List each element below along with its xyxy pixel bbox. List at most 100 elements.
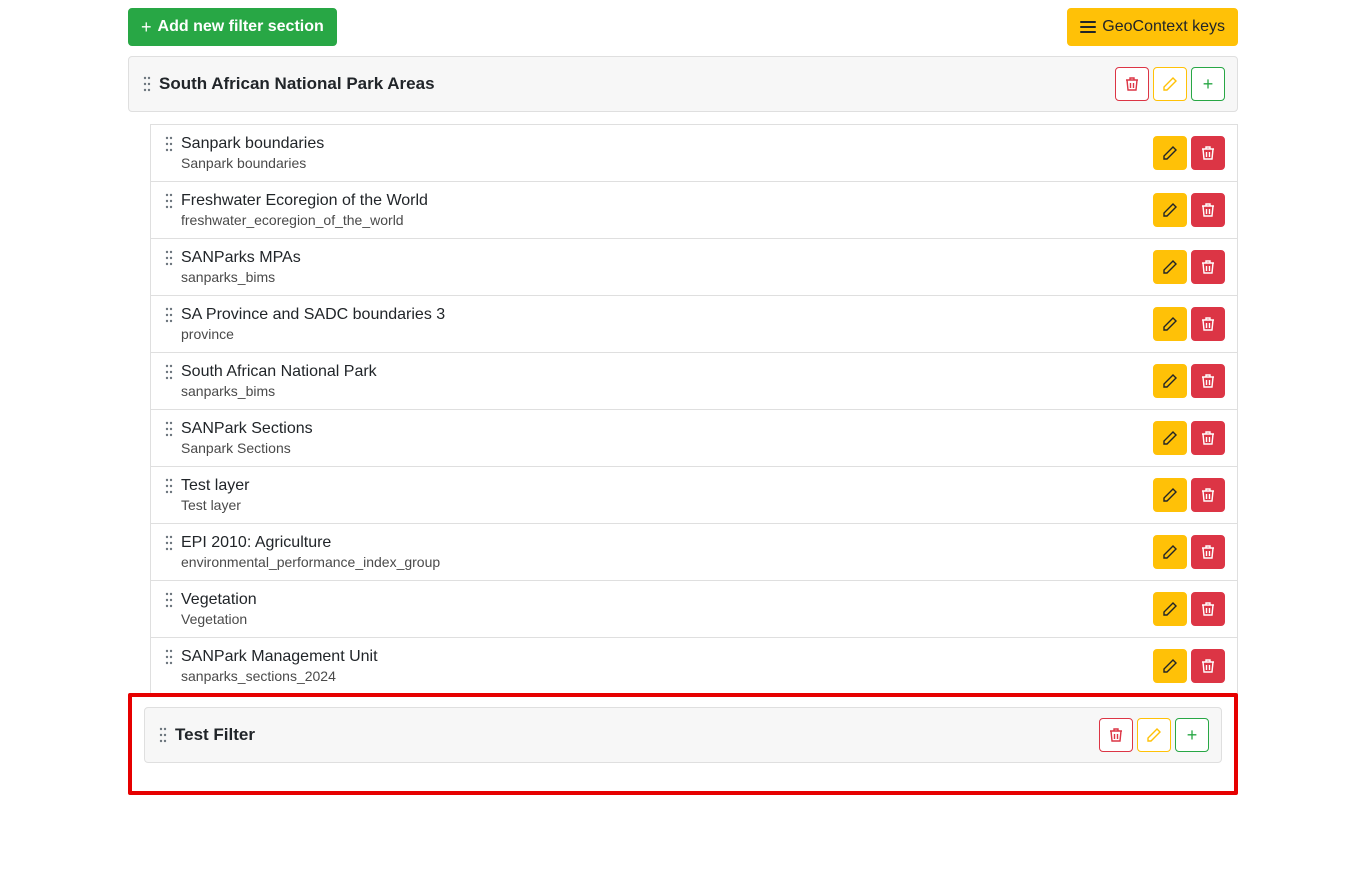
filter-item-row: SA Province and SADC boundaries 3provinc… <box>151 296 1237 353</box>
edit-item-button[interactable] <box>1153 136 1187 170</box>
filter-item-row: EPI 2010: Agricultureenvironmental_perfo… <box>151 524 1237 581</box>
edit-item-button[interactable] <box>1153 307 1187 341</box>
edit-item-button[interactable] <box>1153 250 1187 284</box>
section-title: South African National Park Areas <box>159 74 1109 94</box>
pencil-icon <box>1163 260 1177 274</box>
item-subtitle: Sanpark boundaries <box>181 155 1153 171</box>
drag-handle-icon[interactable] <box>163 478 175 494</box>
item-title: SA Province and SADC boundaries 3 <box>181 306 445 324</box>
drag-handle-icon[interactable] <box>141 76 153 92</box>
item-left: EPI 2010: Agricultureenvironmental_perfo… <box>163 534 1153 570</box>
item-title: EPI 2010: Agriculture <box>181 534 331 552</box>
edit-section-button[interactable] <box>1137 718 1171 752</box>
delete-section-button[interactable] <box>1099 718 1133 752</box>
item-left: VegetationVegetation <box>163 591 1153 627</box>
item-actions <box>1153 250 1225 284</box>
section-header: Test Filter + <box>145 708 1221 762</box>
pencil-icon <box>1163 431 1177 445</box>
pencil-icon <box>1163 602 1177 616</box>
item-actions <box>1153 193 1225 227</box>
item-title: Test layer <box>181 477 249 495</box>
delete-item-button[interactable] <box>1191 592 1225 626</box>
trash-icon <box>1109 727 1123 743</box>
item-actions <box>1153 535 1225 569</box>
delete-item-button[interactable] <box>1191 136 1225 170</box>
plus-icon: + <box>1203 75 1214 93</box>
edit-item-button[interactable] <box>1153 535 1187 569</box>
delete-item-button[interactable] <box>1191 649 1225 683</box>
filter-item-row: Freshwater Ecoregion of the Worldfreshwa… <box>151 182 1237 239</box>
add-filter-section-label: Add new filter section <box>158 15 324 39</box>
drag-handle-icon[interactable] <box>163 250 175 266</box>
section-actions: + <box>1099 718 1209 752</box>
geocontext-keys-button[interactable]: GeoContext keys <box>1067 8 1238 46</box>
item-title: Sanpark boundaries <box>181 135 324 153</box>
item-title: Freshwater Ecoregion of the World <box>181 192 428 210</box>
delete-section-button[interactable] <box>1115 67 1149 101</box>
filter-item-row: SANPark Management Unit sanparks_sections… <box>151 638 1237 694</box>
edit-item-button[interactable] <box>1153 478 1187 512</box>
drag-handle-icon[interactable] <box>163 136 175 152</box>
item-left: SANParks MPAssanparks_bims <box>163 249 1153 285</box>
item-actions <box>1153 421 1225 455</box>
drag-handle-icon[interactable] <box>163 364 175 380</box>
add-item-button[interactable]: + <box>1175 718 1209 752</box>
drag-handle-icon[interactable] <box>157 727 169 743</box>
add-filter-section-button[interactable]: + Add new filter section <box>128 8 337 46</box>
delete-item-button[interactable] <box>1191 421 1225 455</box>
item-left: South African National Parksanparks_bims <box>163 363 1153 399</box>
trash-icon <box>1201 145 1215 161</box>
pencil-icon <box>1147 728 1161 742</box>
trash-icon <box>1201 259 1215 275</box>
delete-item-button[interactable] <box>1191 250 1225 284</box>
plus-icon: + <box>1187 726 1198 744</box>
geocontext-keys-label: GeoContext keys <box>1102 15 1225 39</box>
item-title-wrap: South African National Park <box>163 363 1153 381</box>
trash-icon <box>1201 373 1215 389</box>
delete-item-button[interactable] <box>1191 478 1225 512</box>
drag-handle-icon[interactable] <box>163 592 175 608</box>
filter-section: South African National Park Areas + <box>128 56 1238 112</box>
item-title-wrap: Test layer <box>163 477 1153 495</box>
trash-icon <box>1201 487 1215 503</box>
section-header: South African National Park Areas + <box>129 57 1237 111</box>
item-left: Test layerTest layer <box>163 477 1153 513</box>
edit-item-button[interactable] <box>1153 421 1187 455</box>
pencil-icon <box>1163 203 1177 217</box>
drag-handle-icon[interactable] <box>163 535 175 551</box>
delete-item-button[interactable] <box>1191 364 1225 398</box>
item-left: Sanpark boundaries Sanpark boundaries <box>163 135 1153 171</box>
item-left: SANPark SectionsSanpark Sections <box>163 420 1153 456</box>
pencil-icon <box>1163 488 1177 502</box>
pencil-icon <box>1163 545 1177 559</box>
edit-section-button[interactable] <box>1153 67 1187 101</box>
section-actions: + <box>1115 67 1225 101</box>
delete-item-button[interactable] <box>1191 307 1225 341</box>
section-title: Test Filter <box>175 725 1093 745</box>
filter-item-row: Test layerTest layer <box>151 467 1237 524</box>
edit-item-button[interactable] <box>1153 364 1187 398</box>
drag-handle-icon[interactable] <box>163 307 175 323</box>
items-list: Sanpark boundaries Sanpark boundaries Fres… <box>150 124 1238 695</box>
pencil-icon <box>1163 317 1177 331</box>
delete-item-button[interactable] <box>1191 193 1225 227</box>
edit-item-button[interactable] <box>1153 193 1187 227</box>
item-title-wrap: Vegetation <box>163 591 1153 609</box>
delete-item-button[interactable] <box>1191 535 1225 569</box>
edit-item-button[interactable] <box>1153 592 1187 626</box>
item-actions <box>1153 478 1225 512</box>
filter-section: Test Filter + <box>144 707 1222 763</box>
add-item-button[interactable]: + <box>1191 67 1225 101</box>
filter-item-row: SANPark SectionsSanpark Sections <box>151 410 1237 467</box>
drag-handle-icon[interactable] <box>163 193 175 209</box>
drag-handle-icon[interactable] <box>163 421 175 437</box>
trash-icon <box>1201 601 1215 617</box>
item-subtitle: sanparks_sections_2024 <box>181 668 1153 684</box>
edit-item-button[interactable] <box>1153 649 1187 683</box>
item-title: SANPark Management Unit <box>181 648 378 666</box>
item-actions <box>1153 136 1225 170</box>
item-title-wrap: SANParks MPAs <box>163 249 1153 267</box>
drag-handle-icon[interactable] <box>163 649 175 665</box>
filter-item-row: South African National Parksanparks_bims <box>151 353 1237 410</box>
list-icon <box>1080 20 1096 34</box>
